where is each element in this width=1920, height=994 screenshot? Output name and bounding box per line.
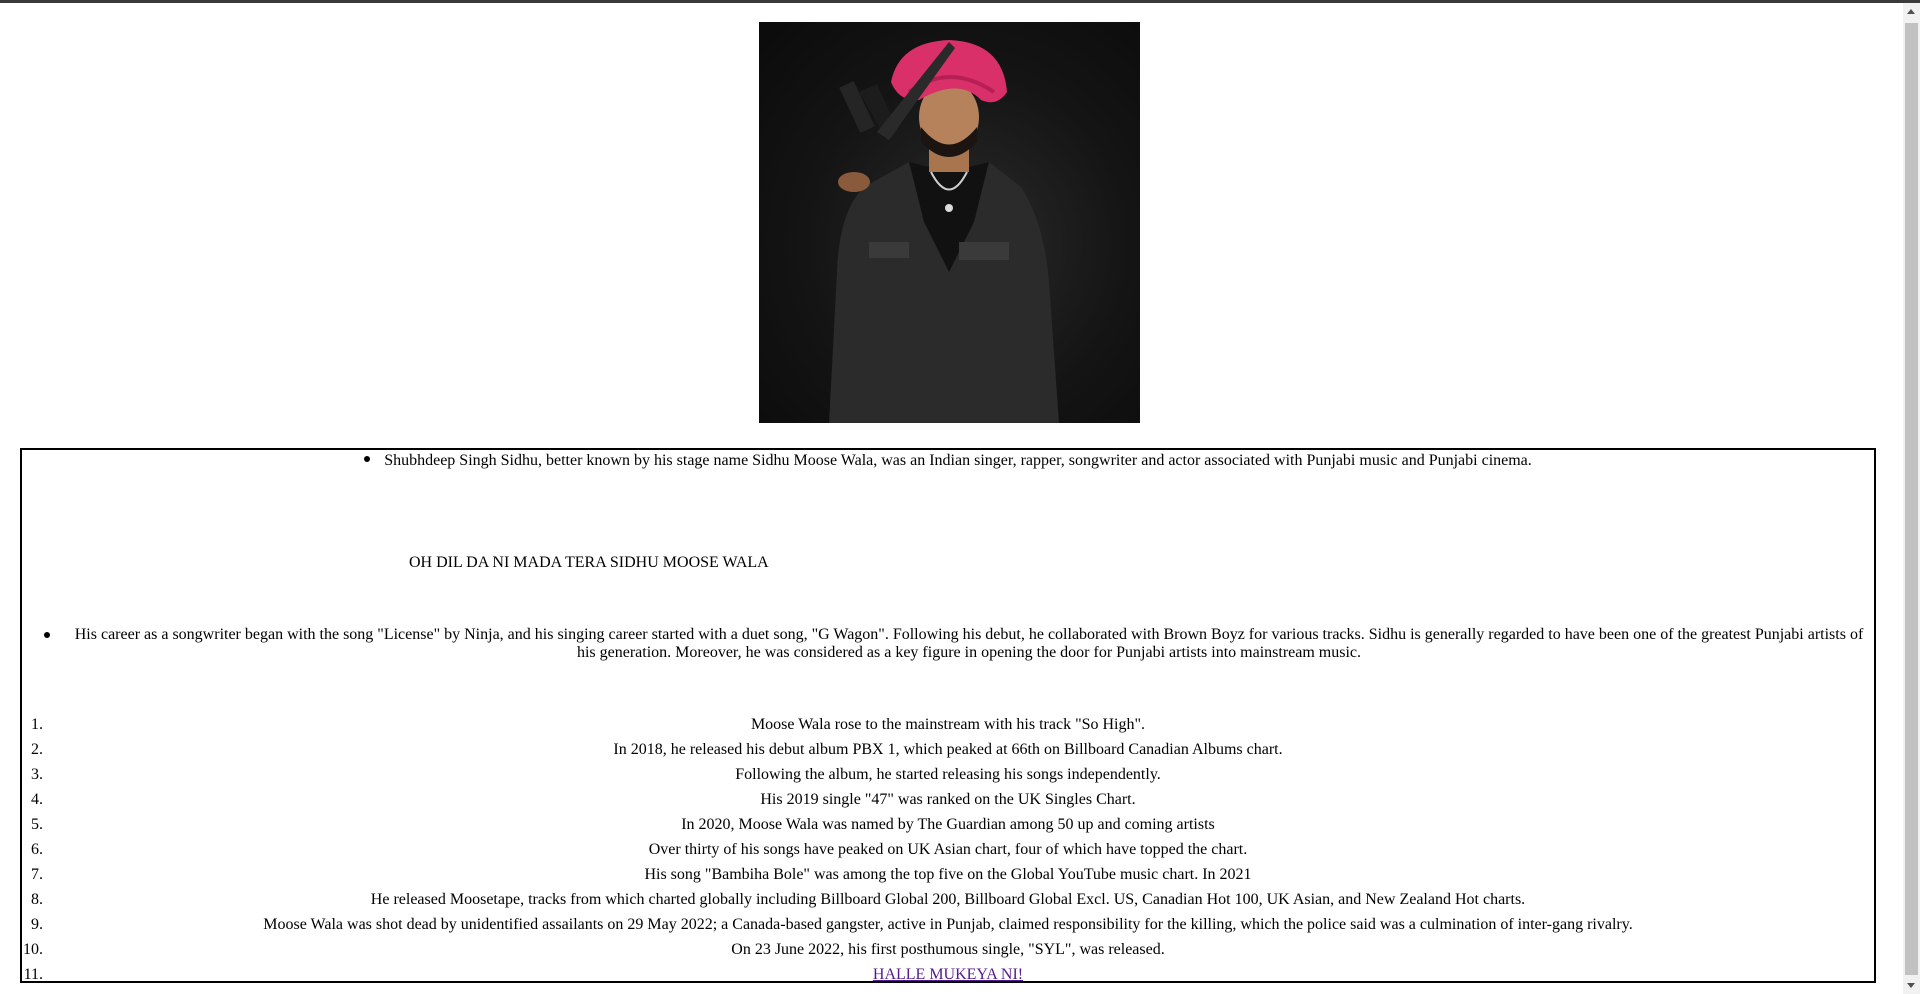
scroll-up-icon[interactable] <box>1907 9 1915 14</box>
item-text: His song "Bambiha Bole" was among the to… <box>644 866 1252 883</box>
item-number: 2. <box>31 741 43 758</box>
item-number: 7. <box>31 866 43 883</box>
scroll-down-icon[interactable] <box>1907 983 1915 988</box>
item-text: Moose Wala was shot dead by unidentified… <box>263 916 1633 933</box>
list-item: 11. HALLE MUKEYA NI! <box>22 962 1874 987</box>
item-number: 11. <box>23 966 43 983</box>
item-text: On 23 June 2022, his first posthumous si… <box>731 941 1165 958</box>
portrait-image <box>759 22 1140 423</box>
list-item: 8. He released Moosetape, tracks from whi… <box>22 887 1874 912</box>
list-item: 4. His 2019 single "47" was ranked on the… <box>22 787 1874 812</box>
lyric-line: OH DIL DA NI MADA TERA SIDHU MOOSE WALA <box>409 554 769 571</box>
item-number: 1. <box>31 716 43 733</box>
item-text: In 2020, Moose Wala was named by The Gua… <box>681 816 1215 833</box>
list-item: 10. On 23 June 2022, his first posthumous… <box>22 937 1874 962</box>
career-text: His career as a songwriter began with th… <box>74 626 1864 661</box>
list-item: 9. Moose Wala was shot dead by unidentifi… <box>22 912 1874 937</box>
item-text: His 2019 single "47" was ranked on the U… <box>760 791 1136 808</box>
item-text: Over thirty of his songs have peaked on … <box>648 841 1248 858</box>
portrait-illustration <box>829 40 1059 423</box>
item-text: Moose Wala rose to the mainstream with h… <box>750 716 1146 733</box>
item-number: 6. <box>31 841 43 858</box>
item-number: 8. <box>31 891 43 908</box>
content-box: Shubhdeep Singh Sidhu, better known by h… <box>20 448 1876 983</box>
list-item: 3. Following the album, he started releas… <box>22 762 1874 787</box>
item-text: He released Moosetape, tracks from which… <box>370 891 1526 908</box>
facts-list: 1. Moose Wala rose to the mainstream with… <box>22 712 1874 987</box>
scroll-thumb[interactable] <box>1905 23 1918 975</box>
list-item: 1. Moose Wala rose to the mainstream with… <box>22 712 1874 737</box>
item-number: 4. <box>31 791 43 808</box>
intro-text: Shubhdeep Singh Sidhu, better known by h… <box>384 452 1532 469</box>
list-item: Shubhdeep Singh Sidhu, better known by h… <box>22 452 1874 470</box>
list-item: 7. His song "Bambiha Bole" was among the … <box>22 862 1874 887</box>
item-text: Following the album, he started releasin… <box>735 766 1161 783</box>
item-number: 3. <box>31 766 43 783</box>
list-item: 5. In 2020, Moose Wala was named by The G… <box>22 812 1874 837</box>
list-item: 2. In 2018, he released his debut album P… <box>22 737 1874 762</box>
list-item: His career as a songwriter began with th… <box>22 626 1874 662</box>
intro-list: Shubhdeep Singh Sidhu, better known by h… <box>22 452 1874 470</box>
window-top-border <box>0 0 1920 3</box>
bullet-icon <box>364 456 371 462</box>
item-number: 10. <box>23 941 43 958</box>
item-number: 5. <box>31 816 43 833</box>
bullet-icon <box>44 632 50 638</box>
career-list: His career as a songwriter began with th… <box>22 626 1874 662</box>
item-text: In 2018, he released his debut album PBX… <box>613 741 1283 758</box>
list-item: 6. Over thirty of his songs have peaked o… <box>22 837 1874 862</box>
vertical-scrollbar[interactable] <box>1903 3 1920 994</box>
halle-mukeya-link[interactable]: HALLE MUKEYA NI! <box>873 966 1023 983</box>
item-number: 9. <box>31 916 43 933</box>
